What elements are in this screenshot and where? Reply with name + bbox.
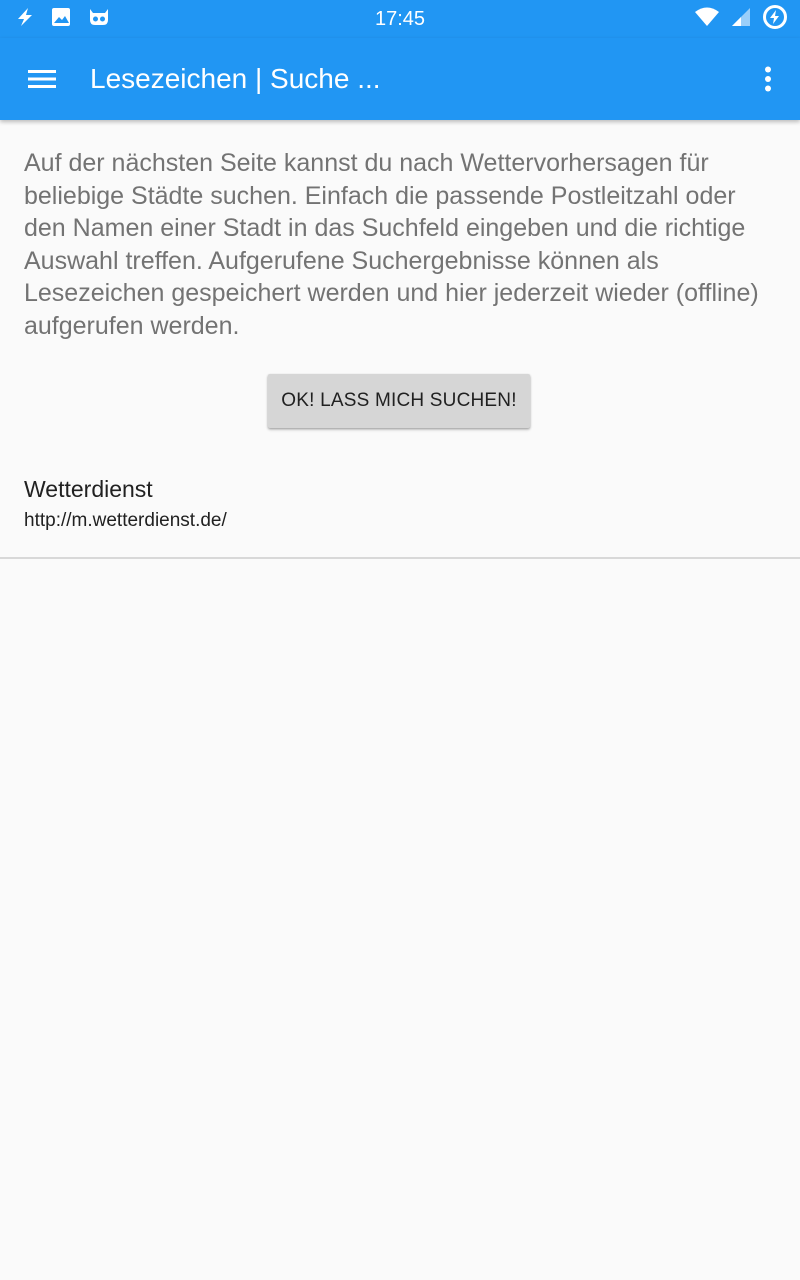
more-vert-icon[interactable] <box>750 59 786 99</box>
signal-icon <box>730 6 752 33</box>
wifi-icon <box>694 6 720 33</box>
status-time: 17:45 <box>374 8 426 30</box>
bookmark-title: Wetterdienst <box>24 476 153 502</box>
bookmark-item[interactable]: Wetterdienst http://m.wetterdienst.de/ <box>0 470 800 559</box>
app-bar: Lesezeichen | Suche ... <box>0 38 800 120</box>
battery-charging-icon <box>762 4 788 35</box>
intro-text: Auf der nächsten Seite kannst du nach We… <box>24 149 759 340</box>
page-title: Lesezeichen | Suche ... <box>90 63 381 94</box>
system-icons <box>694 4 788 35</box>
status-bar: 17:45 <box>0 0 800 38</box>
bookmark-url: http://m.wetterdienst.de/ <box>24 510 227 531</box>
search-button[interactable]: OK! LASS MICH SUCHEN! <box>268 374 530 428</box>
hamburger-menu-icon[interactable] <box>22 59 62 99</box>
